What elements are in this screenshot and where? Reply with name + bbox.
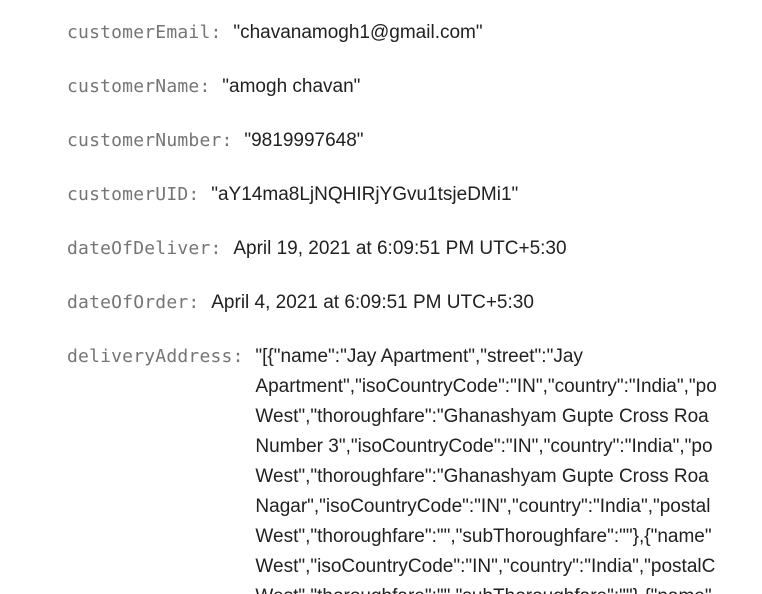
field-row-customer-email[interactable]: customerEmail: "chavanamogh1@gmail.com" bbox=[67, 18, 762, 48]
field-colon: : bbox=[188, 184, 200, 205]
field-value: April 19, 2021 at 6:09:51 PM UTC+5:30 bbox=[233, 238, 567, 259]
address-line: "[{"name":"Jay Apartment","street":"Jay bbox=[255, 346, 583, 367]
address-line: Apartment","isoCountryCode":"IN","countr… bbox=[255, 376, 717, 397]
field-row-date-of-order[interactable]: dateOfOrder: April 4, 2021 at 6:09:51 PM… bbox=[67, 288, 762, 318]
field-key: dateOfDeliver bbox=[67, 238, 211, 259]
field-key: dateOfOrder bbox=[67, 292, 189, 313]
field-value: "chavanamogh1@gmail.com" bbox=[233, 22, 483, 43]
field-key: deliveryAddress bbox=[67, 346, 233, 367]
field-value: "aY14ma8LjNQHIRjYGvu1tsjeDMi1" bbox=[211, 184, 519, 205]
delivery-address-value: "[{"name":"Jay Apartment","street":"Jay … bbox=[255, 342, 745, 594]
field-key: customerNumber bbox=[67, 130, 222, 151]
field-key: customerUID bbox=[67, 184, 189, 205]
field-row-customer-name[interactable]: customerName: "amogh chavan" bbox=[67, 72, 762, 102]
field-value: "amogh chavan" bbox=[222, 76, 361, 97]
address-line: West","thoroughfare":"","subThoroughfare… bbox=[255, 582, 745, 594]
field-value: "9819997648" bbox=[244, 130, 364, 151]
field-colon: : bbox=[210, 238, 222, 259]
address-line: Nagar","isoCountryCode":"IN","country":"… bbox=[255, 496, 711, 517]
document-fields-panel: customerEmail: "chavanamogh1@gmail.com" … bbox=[67, 18, 762, 594]
field-colon: : bbox=[210, 22, 222, 43]
field-row-date-of-deliver[interactable]: dateOfDeliver: April 19, 2021 at 6:09:51… bbox=[67, 234, 762, 264]
field-colon: : bbox=[232, 346, 244, 367]
field-colon: : bbox=[221, 130, 233, 151]
field-colon: : bbox=[199, 76, 211, 97]
field-key: customerName bbox=[67, 76, 200, 97]
field-colon: : bbox=[188, 292, 200, 313]
address-line: West","thoroughfare":"","subThoroughfare… bbox=[255, 526, 712, 547]
field-row-delivery-address[interactable]: deliveryAddress: "[{"name":"Jay Apartmen… bbox=[67, 342, 762, 594]
address-line: West","isoCountryCode":"IN","country":"I… bbox=[255, 556, 716, 577]
address-line: West","thoroughfare":"Ghanashyam Gupte C… bbox=[255, 406, 709, 427]
field-value: April 4, 2021 at 6:09:51 PM UTC+5:30 bbox=[211, 292, 534, 313]
field-row-customer-number[interactable]: customerNumber: "9819997648" bbox=[67, 126, 762, 156]
address-line: West","thoroughfare":"Ghanashyam Gupte C… bbox=[255, 466, 709, 487]
field-row-customer-uid[interactable]: customerUID: "aY14ma8LjNQHIRjYGvu1tsjeDM… bbox=[67, 180, 762, 210]
address-line: Number 3","isoCountryCode":"IN","country… bbox=[255, 436, 713, 457]
field-key: customerEmail bbox=[67, 22, 211, 43]
